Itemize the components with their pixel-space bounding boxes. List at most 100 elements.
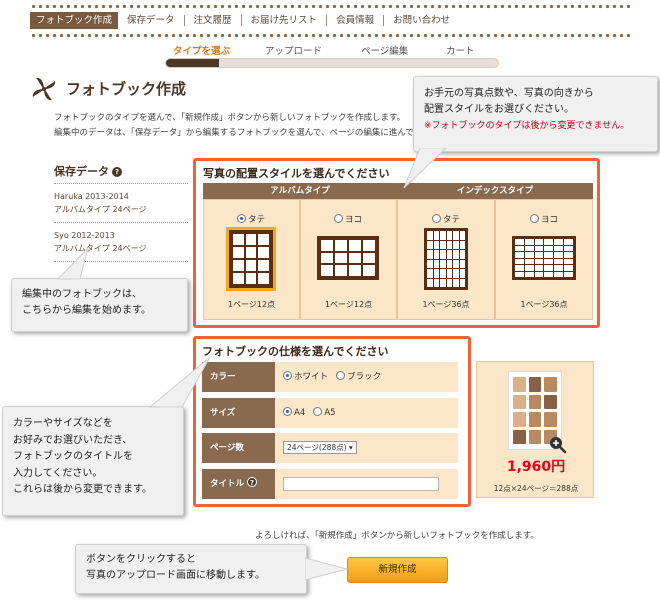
callout-text: 写真のアップロード画面に移動します。 <box>86 570 265 581</box>
saved-item-detail: アルバムタイプ 24ページ <box>54 205 147 214</box>
spec-section-title: フォトブックの仕様を選んでください <box>202 345 389 358</box>
radio-selected-icon[interactable] <box>237 214 246 223</box>
nav-saved-data[interactable]: 保存データ <box>118 15 184 26</box>
layout-help-callout: お手元の写真点数や、写真の向きから 配置スタイルをお選びください。 ※フォトブッ… <box>413 76 658 152</box>
title-label-text: タイトル <box>210 479 245 489</box>
saved-data-callout: 編集中のフォトブックは、 こちらから編集を始めます。 <box>11 278 188 332</box>
callout-text: これらは後から変更できます。 <box>13 484 152 495</box>
price-calculation: 12点×24ページ＝288点 <box>493 484 579 493</box>
index-landscape-layout-icon[interactable] <box>512 236 576 280</box>
color-black-label[interactable]: ブラック <box>347 372 381 382</box>
saved-data-title-text: 保存データ <box>54 165 109 178</box>
nav-order-history[interactable]: 注文履歴 <box>183 14 241 26</box>
step-page-edit: ページ編集 <box>361 46 409 57</box>
saved-item-name[interactable]: Haruka 2013-2014 <box>54 190 188 203</box>
saved-item[interactable]: Haruka 2013-2014 アルバムタイプ 24ページ <box>54 190 188 216</box>
radio-index-portrait[interactable]: タテ <box>432 213 460 225</box>
size-options: A4 A5 <box>275 398 458 428</box>
nav-member-info[interactable]: 会員情報 <box>326 14 383 26</box>
color-options: ホワイト ブラック <box>275 362 458 392</box>
callout-text: 編集中のフォトブックは、 <box>22 289 142 300</box>
layout-section-title: 写真の配置スタイルを選んでください <box>203 167 390 180</box>
layout-count-label: 1ページ36点 <box>422 300 470 309</box>
step-cart: カート <box>446 46 475 57</box>
pages-select[interactable]: 24ページ(288点) ▾ <box>283 441 357 454</box>
callout-tail-icon <box>403 148 447 189</box>
size-a4-label[interactable]: A4 <box>294 408 305 418</box>
page-title: フォトブック作成 <box>66 80 187 98</box>
step-upload: アップロード <box>265 46 323 57</box>
radio-white[interactable] <box>283 371 292 380</box>
global-nav: フォトブック作成 保存データ 注文履歴 お届け先リスト 会員情報 お問い合わせ <box>30 11 459 29</box>
radio-label: ヨコ <box>541 215 559 225</box>
callout-text: カラーやサイズなどを <box>13 418 113 429</box>
nav-delivery-list[interactable]: お届け先リスト <box>240 14 327 26</box>
nav-photobook-create[interactable]: フォトブック作成 <box>30 11 119 29</box>
index-portrait-layout-icon[interactable] <box>424 228 468 290</box>
radio-black[interactable] <box>336 371 346 380</box>
help-icon[interactable]: ? <box>247 477 258 487</box>
radio-label: タテ <box>248 215 266 225</box>
nav-dotted-border <box>30 33 630 38</box>
callout-tail-icon <box>305 557 349 581</box>
layout-count-label: 1ページ36点 <box>520 300 568 309</box>
spec-row-color: カラー ホワイト ブラック <box>202 362 458 393</box>
page-description-2: 編集中のデータは、「保存データ」から編集するフォトブックを選んで、ページの編集に… <box>54 128 423 138</box>
radio-album-landscape[interactable]: ヨコ <box>334 213 362 225</box>
spec-row-size: サイズ A4 A5 <box>202 398 458 429</box>
callout-tail-icon <box>56 246 89 280</box>
callout-text: 配置スタイルをお選びください。 <box>424 104 574 115</box>
spec-help-callout: カラーやサイズなどを お好みでお選びいただき、 フォトブックのタイトルを 入力し… <box>2 406 184 516</box>
callout-tail-icon <box>148 356 211 408</box>
price-preview: 1,960円 12点×24ページ＝288点 <box>476 361 594 498</box>
radio-label: タテ <box>443 215 461 225</box>
create-new-button[interactable]: 新規作成 <box>347 557 448 583</box>
pages-select-value[interactable]: 24ページ(288点) <box>287 443 347 452</box>
album-type-header: アルバムタイプ <box>203 183 397 199</box>
title-input[interactable] <box>283 476 439 491</box>
title-label: タイトル? <box>202 469 275 499</box>
album-portrait-layout-icon[interactable] <box>229 230 273 288</box>
price-value: 1,960円 <box>506 459 566 475</box>
pages-value-cell: 24ページ(288点) ▾ <box>275 433 458 463</box>
layout-count-label: 1ページ12点 <box>324 300 373 309</box>
saved-item-name[interactable]: Syo 2012-2013 <box>54 229 188 242</box>
radio-label: ヨコ <box>345 215 363 225</box>
album-landscape-layout-icon[interactable] <box>317 236 379 280</box>
radio-icon[interactable] <box>432 214 441 223</box>
sidebar-divider <box>54 183 188 184</box>
title-input-cell <box>275 469 458 499</box>
page-description-1: フォトブックのタイプを選んで、「新規作成」ボタンから新しいフォトブックを作成しま… <box>54 113 406 123</box>
step-select-type: タイプを選ぶ <box>173 46 231 57</box>
callout-text: こちらから編集を始めます。 <box>22 305 151 316</box>
radio-icon[interactable] <box>334 214 343 223</box>
size-a5-label[interactable]: A5 <box>324 408 335 418</box>
color-label: カラー <box>202 362 275 392</box>
callout-text: お手元の写真点数や、写真の向きから <box>424 88 594 99</box>
layout-count-label: 1ページ12点 <box>227 300 276 309</box>
create-button-callout: ボタンをクリックすると 写真のアップロード画面に移動します。 <box>75 544 307 594</box>
callout-text: 入力してください。 <box>13 467 103 479</box>
saved-data-title: 保存データ? <box>54 163 122 179</box>
color-white-label[interactable]: ホワイト <box>294 372 328 382</box>
size-label: サイズ <box>202 398 275 428</box>
help-icon[interactable]: ? <box>112 167 122 177</box>
sidebar-divider <box>54 222 188 223</box>
callout-text: お好みでお選びいただき、 <box>13 434 133 446</box>
callout-text: フォトブックのタイトルを <box>13 451 133 462</box>
zoom-in-icon[interactable] <box>549 436 567 454</box>
pinwheel-icon <box>32 77 56 101</box>
confirm-text: よろしければ、「新規作成」ボタンから新しいフォトブックを作成します。 <box>255 531 539 541</box>
callout-text: ボタンをクリックすると <box>86 554 196 565</box>
radio-icon[interactable] <box>530 214 539 223</box>
pages-label: ページ数 <box>202 433 275 463</box>
step-progress-fill <box>166 59 220 67</box>
radio-album-portrait[interactable]: タテ <box>237 213 265 225</box>
step-progress-bar <box>165 58 499 68</box>
top-dotted-border <box>30 4 630 9</box>
radio-a4[interactable] <box>283 407 292 416</box>
radio-a5[interactable] <box>313 407 323 416</box>
radio-index-landscape[interactable]: ヨコ <box>530 213 558 225</box>
callout-warning: ※フォトブックのタイプは後から変更できません。 <box>424 121 630 131</box>
nav-contact[interactable]: お問い合わせ <box>383 14 459 26</box>
